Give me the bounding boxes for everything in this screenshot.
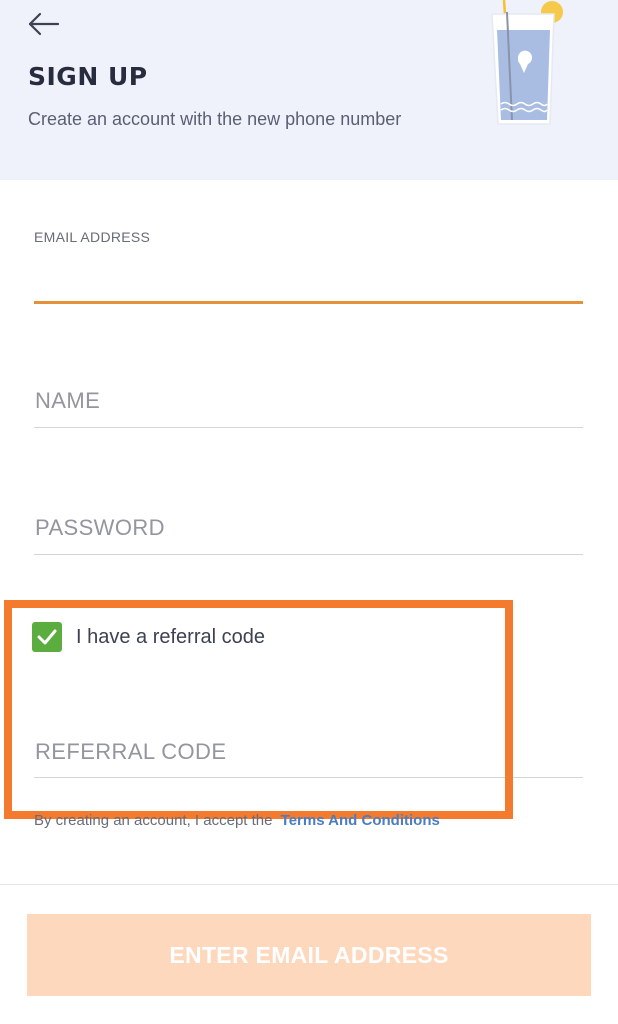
email-field: EMAIL ADDRESS (34, 220, 583, 304)
referral-checkbox[interactable] (32, 622, 62, 652)
referral-code-input[interactable] (34, 727, 583, 778)
page-title: SIGN UP (28, 62, 148, 91)
email-input[interactable] (34, 271, 583, 304)
arrow-left-icon (28, 12, 60, 36)
referral-checkbox-row[interactable]: I have a referral code (32, 620, 265, 654)
terms-link[interactable]: Terms And Conditions (281, 812, 440, 829)
referral-code-field: REFERRAL CODE (34, 727, 583, 778)
enter-email-button[interactable]: ENTER EMAIL ADDRESS (27, 914, 591, 996)
back-button[interactable] (22, 6, 66, 42)
divider (0, 884, 618, 885)
drink-glass-illustration (491, 0, 563, 125)
password-input[interactable] (34, 504, 583, 555)
terms-text: By creating an account, I accept the Ter… (34, 812, 440, 829)
page-subtitle: Create an account with the new phone num… (28, 109, 402, 129)
password-field: PASSWORD (34, 503, 583, 555)
email-field-label: EMAIL ADDRESS (34, 229, 151, 245)
referral-checkbox-label: I have a referral code (76, 625, 265, 648)
name-field: NAME (34, 376, 583, 428)
name-input[interactable] (34, 377, 583, 428)
checkmark-icon (37, 629, 57, 645)
terms-statement: By creating an account, I accept the (34, 812, 273, 829)
header: SIGN UP Create an account with the new p… (0, 0, 618, 180)
